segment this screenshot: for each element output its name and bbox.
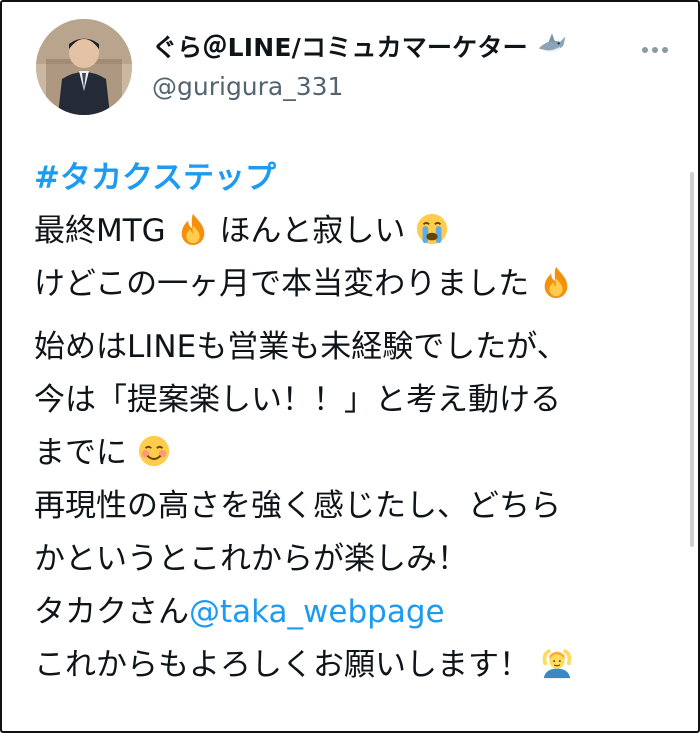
more-options-icon[interactable] (642, 47, 668, 55)
avatar[interactable] (36, 19, 132, 115)
person-gesturing-ok-emoji-icon (542, 648, 572, 679)
loudly-crying-face-emoji-icon (417, 213, 448, 245)
tweet-line-6: 再現性の高さを強く感じたし、どちら (34, 488, 561, 524)
tweet-line-4: 今は「提案楽しい！！」と考え動ける (34, 382, 561, 418)
tweet-line-1: 最終MTG ほんと寂しい (34, 205, 684, 258)
tweet-text: ほんと寂しい (219, 213, 406, 249)
tweet-line-9: これからもよろしくお願いします！ (34, 639, 684, 692)
author-name-text: ぐら＠LINE/コミュカマーケター (152, 33, 528, 62)
tweet-text: 最終MTG (34, 213, 166, 249)
tweet-line-2: けどこの一ヶ月で本当変わりました (34, 258, 684, 311)
tweet-body: #タカクステップ 最終MTG ほんと寂しい けどこの一ヶ月で本当変わりました 始… (34, 152, 684, 692)
fire-emoji-icon (181, 213, 204, 246)
author-handle[interactable]: @gurigura_331 (152, 72, 343, 101)
tweet-text: これからもよろしくお願いします！ (34, 647, 530, 683)
scrollbar[interactable] (690, 172, 694, 547)
tweet-line-3: 始めはLINEも営業も未経験でしたが、 (34, 329, 568, 365)
tweet-line-5: までに (34, 427, 684, 480)
tweet-text: タカクさん (34, 594, 189, 630)
smiling-face-emoji-icon (138, 435, 169, 467)
author-name[interactable]: ぐら＠LINE/コミュカマーケター (152, 28, 567, 64)
tweet-line-8: タカクさん@taka_webpage (34, 586, 684, 639)
avatar-image (36, 19, 132, 115)
tweet-text: けどこの一ヶ月で本当変わりました (34, 266, 530, 302)
hashtag-link[interactable]: #タカクステップ (34, 160, 276, 196)
shark-emoji-icon (538, 33, 566, 52)
tweet-text: までに (34, 435, 127, 471)
mention-link[interactable]: @taka_webpage (189, 594, 445, 630)
fire-emoji-icon (544, 266, 568, 299)
tweet-card: ぐら＠LINE/コミュカマーケター @gurigura_331 #タカクステップ… (0, 0, 700, 733)
tweet-line-7: かというとこれからが楽しみ！ (34, 541, 468, 577)
